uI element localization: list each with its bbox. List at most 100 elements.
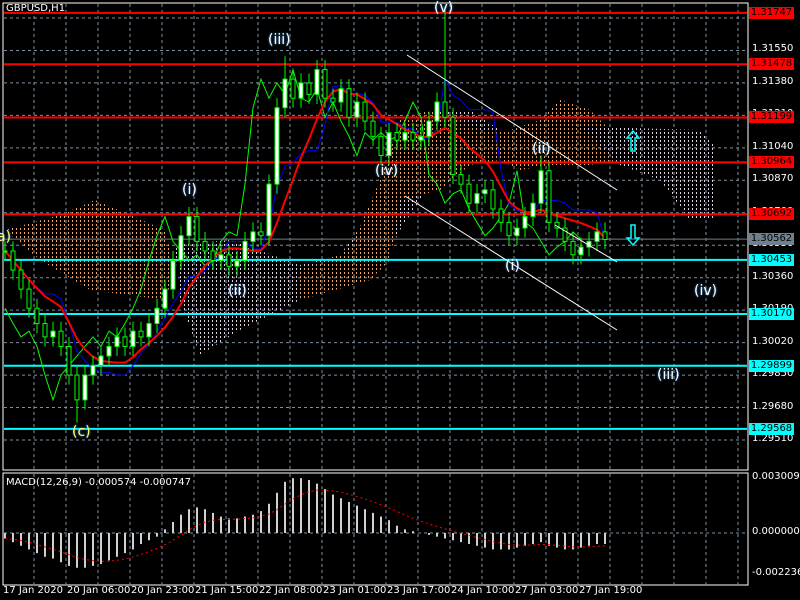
candle-body (602, 231, 608, 241)
candle-body (474, 193, 480, 204)
candle-body (306, 82, 312, 95)
candle-body (522, 216, 528, 229)
wave-label: (v) (434, 0, 454, 16)
wave-label: (i) (505, 258, 520, 274)
candle-body (410, 132, 416, 141)
candle-body (418, 135, 424, 141)
wave-label: (iii) (268, 32, 291, 48)
wave-label: (ii) (532, 141, 551, 157)
time-axis-label: 22 Jan 08:00 (259, 585, 323, 596)
candle-body (482, 189, 488, 195)
candle-body (162, 288, 168, 309)
candle-body (34, 307, 40, 325)
candle-body (2, 250, 8, 253)
candle-body (258, 231, 264, 237)
candle-body (338, 88, 344, 103)
macd-axis-label: -0.002236 (752, 567, 800, 578)
candle-body (58, 330, 64, 347)
candle-body (226, 254, 232, 267)
candle-body (122, 336, 128, 347)
candle-body (130, 330, 136, 347)
candle-body (426, 120, 432, 137)
candle-body (362, 101, 368, 122)
candle-body (570, 240, 576, 256)
price-axis-label: 1.31380 (752, 75, 794, 87)
macd-axis-label: 0.003009 (752, 471, 800, 482)
candle-body (170, 260, 176, 290)
resistance-price-tag: 1.31478 (749, 58, 794, 71)
time-axis-label: 21 Jan 15:00 (195, 585, 259, 596)
macd-pane-border (2, 472, 749, 586)
candle-body (594, 231, 600, 242)
candle-body (210, 250, 216, 262)
candle-body (218, 254, 224, 262)
resistance-price-tag: 1.31199 (749, 111, 794, 124)
candle-body (530, 202, 536, 218)
macd-label: MACD(12,26,9) -0.000574 -0.000747 (6, 477, 191, 488)
ichimoku-cloud (5, 100, 715, 355)
chart-title: GBPUSD,H1 (6, 3, 66, 14)
candle-body (402, 132, 408, 141)
candle-body (290, 78, 296, 99)
candle-body (346, 88, 352, 118)
candle-body (282, 78, 288, 109)
candle-body (434, 101, 440, 122)
wave-label: (ii) (228, 283, 247, 299)
candle-body (450, 116, 456, 176)
candle-body (322, 69, 328, 99)
time-axis-label: 27 Jan 19:00 (579, 585, 643, 596)
candle-body (394, 132, 400, 141)
candle-body (66, 345, 72, 376)
candle-body (146, 323, 152, 338)
candle-body (106, 345, 112, 357)
candle-body (18, 269, 24, 290)
candle-body (266, 183, 272, 237)
time-axis-label: 20 Jan 06:00 (67, 585, 131, 596)
price-chart[interactable] (0, 0, 800, 600)
support-price-tag: 1.29899 (749, 359, 794, 372)
price-axis-label: 1.31040 (752, 140, 794, 152)
wave-label: (iii) (657, 367, 680, 383)
candle-body (370, 120, 376, 137)
candle-body (314, 69, 320, 95)
candle-body (82, 374, 88, 401)
macd-histogram (4, 478, 606, 568)
wave-label: (iv) (694, 283, 718, 299)
candle-body (378, 135, 384, 156)
macd-axis-label: 0.000000 (752, 526, 800, 537)
candle-body (242, 240, 248, 262)
candle-body (234, 260, 240, 267)
candle-body (154, 307, 160, 325)
wave-label: a) (0, 229, 12, 245)
time-axis-label: 17 Jan 2020 (3, 585, 63, 596)
support-price-tag: 1.29568 (749, 422, 794, 435)
price-axis-label: 1.30020 (752, 335, 794, 347)
candle-body (186, 216, 192, 237)
candle-body (498, 208, 504, 223)
candle-body (90, 365, 96, 376)
wave-label: (i) (182, 182, 197, 198)
price-axis-label: 1.30360 (752, 270, 794, 282)
macd-signal-line (4, 489, 606, 562)
candle-body (466, 183, 472, 204)
candle-body (250, 231, 256, 242)
down-arrow-icon (625, 224, 641, 247)
candle-body (386, 132, 392, 156)
price-axis-label: 1.30870 (752, 173, 794, 185)
trendline-inner (554, 224, 618, 263)
candle-body (114, 336, 120, 347)
support-price-tag: 1.30170 (749, 307, 794, 320)
support-price-tag: 1.30453 (749, 253, 794, 266)
candle-body (42, 323, 48, 338)
time-axis-label: 23 Jan 17:00 (387, 585, 451, 596)
resistance-price-tag: 1.30964 (749, 156, 794, 169)
candle-body (10, 250, 16, 271)
candle-body (442, 101, 448, 118)
wave-label: (c) (72, 424, 91, 440)
time-axis-label: 24 Jan 10:00 (451, 585, 515, 596)
candle-body (298, 82, 304, 99)
candle-body (74, 374, 80, 401)
price-axis-label: 1.29680 (752, 400, 794, 412)
time-axis-label: 20 Jan 23:00 (131, 585, 195, 596)
time-axis-label: 23 Jan 01:00 (323, 585, 387, 596)
